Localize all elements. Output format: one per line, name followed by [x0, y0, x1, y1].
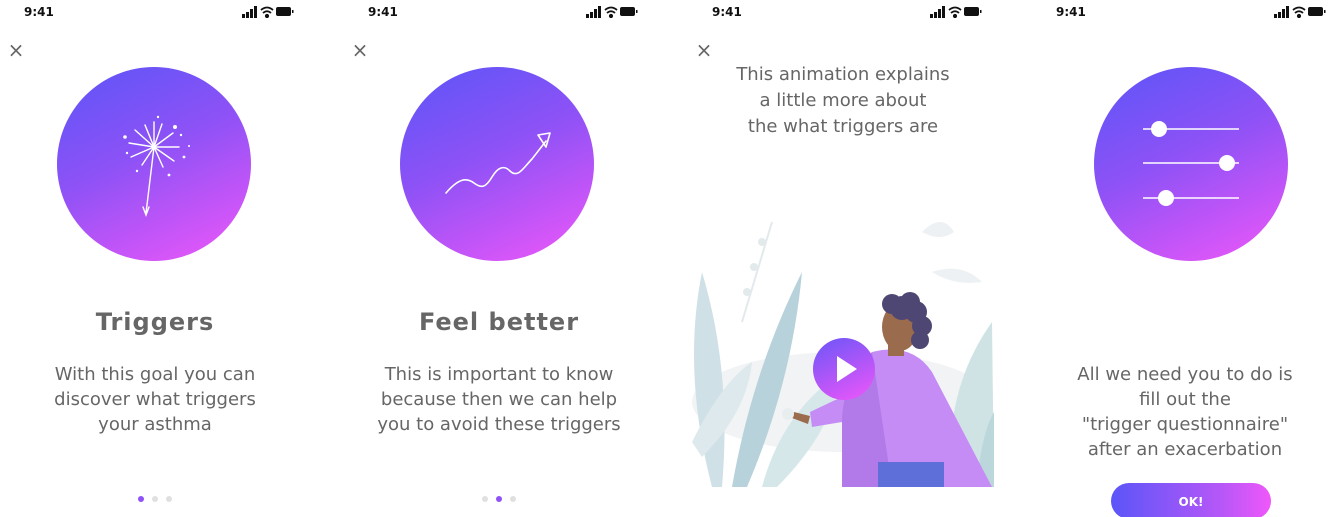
animation-intro-text: This animation explains a little more ab…	[688, 62, 998, 140]
description-line: fill out the	[1139, 389, 1231, 410]
pagination-dots	[344, 496, 654, 502]
close-icon[interactable]: ×	[694, 40, 714, 60]
description-line: your asthma	[98, 414, 212, 435]
screen-title: Feel better	[418, 308, 580, 336]
status-time: 9:41	[712, 5, 742, 19]
signal-icon	[1274, 6, 1289, 18]
questionnaire-illustration	[1094, 67, 1288, 261]
screen-description: This is important to know because then w…	[344, 362, 654, 437]
pagination-dot-3[interactable]	[510, 496, 516, 502]
feel-better-illustration	[400, 67, 594, 261]
animation-video[interactable]	[692, 212, 994, 487]
description-line: This is important to know	[384, 364, 614, 385]
ok-button[interactable]: OK!	[1111, 483, 1271, 517]
pagination-dot-2[interactable]	[496, 496, 502, 502]
description-line: because then we can help	[380, 389, 618, 410]
close-icon[interactable]: ×	[350, 40, 370, 60]
battery-icon	[276, 7, 294, 16]
description-line: "trigger questionnaire"	[1081, 414, 1289, 435]
status-icons	[586, 6, 638, 18]
onboarding-screen-animation: 9:41 × This animation explains a little …	[688, 0, 998, 517]
description-line: All we need you to do is	[1077, 364, 1293, 385]
play-button[interactable]	[813, 338, 875, 400]
status-time: 9:41	[1056, 5, 1086, 19]
wifi-icon	[948, 6, 962, 18]
close-icon[interactable]: ×	[6, 40, 26, 60]
status-icons	[1274, 6, 1326, 18]
pagination-dot-3[interactable]	[166, 496, 172, 502]
wifi-icon	[604, 6, 618, 18]
intro-line: the what triggers are	[747, 116, 939, 137]
wifi-icon	[1292, 6, 1306, 18]
trend-up-icon	[445, 132, 551, 194]
status-time: 9:41	[368, 5, 398, 19]
description-line: discover what triggers	[54, 389, 256, 410]
sparkler-icon	[123, 115, 190, 217]
sliders-icon	[1143, 121, 1239, 206]
screen-description: All we need you to do is fill out the "t…	[1032, 362, 1338, 462]
triggers-illustration	[57, 67, 251, 261]
onboarding-screen-triggers: 9:41 × Triggers With this goal you can d…	[0, 0, 310, 517]
signal-icon	[242, 6, 257, 18]
intro-line: a little more about	[759, 90, 927, 111]
onboarding-screen-questionnaire: 9:41 All we need you to do is fill out t…	[1032, 0, 1338, 517]
status-icons	[930, 6, 982, 18]
pagination-dot-2[interactable]	[152, 496, 158, 502]
screen-title: Triggers	[95, 308, 215, 336]
wifi-icon	[260, 6, 274, 18]
status-icons	[242, 6, 294, 18]
description-line: With this goal you can	[54, 364, 256, 385]
signal-icon	[586, 6, 601, 18]
onboarding-screen-feel-better: 9:41 × Feel better This is important to …	[344, 0, 654, 517]
signal-icon	[930, 6, 945, 18]
battery-icon	[1308, 7, 1326, 16]
screen-description: With this goal you can discover what tri…	[0, 362, 310, 437]
pagination-dot-1[interactable]	[138, 496, 144, 502]
intro-line: This animation explains	[736, 64, 950, 85]
battery-icon	[620, 7, 638, 16]
play-icon	[837, 356, 857, 382]
status-time: 9:41	[24, 5, 54, 19]
pagination-dot-1[interactable]	[482, 496, 488, 502]
description-line: you to avoid these triggers	[377, 414, 621, 435]
battery-icon	[964, 7, 982, 16]
pagination-dots	[0, 496, 310, 502]
description-line: after an exacerbation	[1087, 439, 1283, 460]
